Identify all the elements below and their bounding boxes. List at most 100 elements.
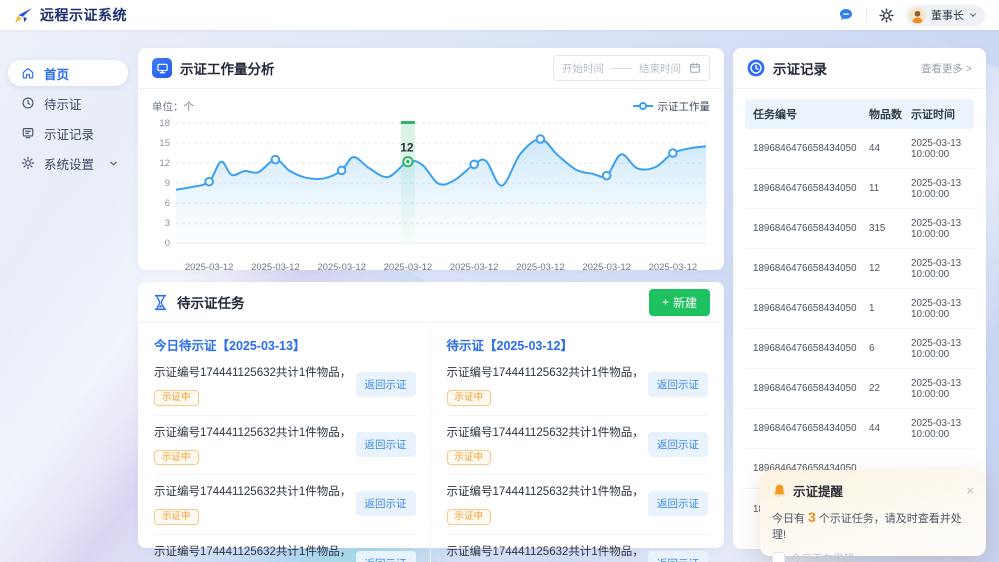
record-row[interactable]: 1896846476658434050222025-03-13 10:00:00 xyxy=(745,369,974,409)
chat-icon[interactable] xyxy=(838,7,854,23)
return-evidence-button[interactable]: 返回示证 xyxy=(648,551,708,562)
task-description: 示证编号174441125632共计1件物品，正在示证。 xyxy=(154,364,348,380)
y-tick-label: 3 xyxy=(165,218,170,229)
data-point[interactable] xyxy=(470,161,478,169)
y-tick-label: 0 xyxy=(165,238,170,249)
records-title: 示证记录 xyxy=(773,58,827,78)
data-point[interactable] xyxy=(669,149,677,157)
record-time: 2025-03-13 10:00:00 xyxy=(911,258,966,280)
return-evidence-button[interactable]: 返回示证 xyxy=(356,551,416,562)
user-menu[interactable]: 董事长 xyxy=(906,5,985,26)
record-row[interactable]: 18968464766584340503152025-03-13 10:00:0… xyxy=(745,209,974,249)
dont-remind-row: 今日不在提醒 xyxy=(772,551,974,562)
close-icon[interactable]: × xyxy=(966,484,974,497)
reminder-count: 3 xyxy=(805,509,819,525)
gear-icon[interactable] xyxy=(879,8,894,23)
y-tick-label: 12 xyxy=(159,158,170,169)
date-range-picker[interactable]: 开始时间 —— 结束时间 xyxy=(553,55,710,81)
view-more-link[interactable]: 查看更多 > xyxy=(921,61,972,76)
record-time: 2025-03-13 10:00:00 xyxy=(911,418,966,440)
return-evidence-button[interactable]: 返回示证 xyxy=(356,491,416,516)
data-point[interactable] xyxy=(603,172,611,180)
return-evidence-button[interactable]: 返回示证 xyxy=(648,491,708,516)
chart-x-axis-labels: 2025-03-122025-03-122025-03-122025-03-12… xyxy=(176,262,706,273)
task-item-content: 示证编号174441125632共计1件物品，正在示证。示证中 xyxy=(154,543,348,562)
col-item-count: 物品数 xyxy=(869,106,911,122)
record-task-id: 1896846476658434050 xyxy=(753,263,869,274)
record-task-id: 1896846476658434050 xyxy=(753,343,869,354)
sidebar: 首页待示证示证记录系统设置 xyxy=(0,30,136,562)
return-evidence-button[interactable]: 返回示证 xyxy=(356,372,416,397)
task-description: 示证编号174441125632共计1件物品，正在示证。 xyxy=(447,543,641,559)
task-item-content: 示证编号174441125632共计1件物品，正在示证。示证中 xyxy=(447,424,641,466)
record-time: 2025-03-13 10:00:00 xyxy=(911,298,966,320)
plus-icon: + xyxy=(662,295,669,309)
task-item: 示证编号174441125632共计1件物品，正在示证。示证中返回示证 xyxy=(447,416,709,476)
record-row[interactable]: 1896846476658434050112025-03-13 10:00:00 xyxy=(745,169,974,209)
app-logo: 远程示证系统 xyxy=(14,5,127,25)
y-tick-label: 9 xyxy=(165,178,170,189)
y-tick-label: 18 xyxy=(159,118,170,129)
return-evidence-button[interactable]: 返回示证 xyxy=(648,432,708,457)
end-time-input[interactable]: 结束时间 xyxy=(639,61,681,76)
data-point[interactable] xyxy=(537,135,545,143)
user-name: 董事长 xyxy=(931,7,964,23)
x-tick-label: 2025-03-12 xyxy=(375,262,441,273)
record-item-count: 44 xyxy=(869,143,911,154)
start-time-input[interactable]: 开始时间 xyxy=(562,61,604,76)
task-column: 今日待示证【2025-03-13】示证编号174441125632共计1件物品，… xyxy=(152,325,430,562)
sidebar-item-clock[interactable]: 待示证 xyxy=(8,90,128,116)
record-task-id: 1896846476658434050 xyxy=(753,223,869,234)
x-tick-label: 2025-03-12 xyxy=(242,262,308,273)
record-row[interactable]: 189684647665843405062025-03-13 10:00:00 xyxy=(745,329,974,369)
chevron-down-icon xyxy=(969,11,977,19)
x-tick-label: 2025-03-12 xyxy=(441,262,507,273)
task-column: 待示证【2025-03-12】示证编号174441125632共计1件物品，正在… xyxy=(430,325,711,562)
sidebar-nav: 首页待示证示证记录系统设置 xyxy=(0,60,136,176)
dont-remind-checkbox[interactable] xyxy=(772,552,785,562)
task-description: 示证编号174441125632共计1件物品，正在示证。 xyxy=(447,424,641,440)
sidebar-item-gear[interactable]: 系统设置 xyxy=(8,150,128,176)
workload-card-header: 示证工作量分析 开始时间 —— 结束时间 xyxy=(138,48,724,89)
status-badge: 示证中 xyxy=(447,509,492,525)
task-description: 示证编号174441125632共计1件物品，正在示证。 xyxy=(447,483,641,499)
record-item-count: 315 xyxy=(869,223,911,234)
hourglass-icon xyxy=(152,294,169,311)
divider xyxy=(866,9,867,21)
x-tick-label: 2025-03-12 xyxy=(176,262,242,273)
unit-label: 单位：个 xyxy=(152,99,194,114)
task-item-content: 示证编号174441125632共计1件物品，正在示证。示证中 xyxy=(154,364,348,406)
data-point[interactable] xyxy=(338,167,346,175)
legend-label: 示证工作量 xyxy=(658,99,711,114)
return-evidence-button[interactable]: 返回示证 xyxy=(648,372,708,397)
x-tick-label: 2025-03-12 xyxy=(309,262,375,273)
legend-workload[interactable]: 示证工作量 xyxy=(633,99,711,114)
record-task-id: 1896846476658434050 xyxy=(753,423,869,434)
status-badge: 示证中 xyxy=(154,450,199,466)
sidebar-item-document[interactable]: 示证记录 xyxy=(8,120,128,146)
pending-tasks-header: 待示证任务 + 新建 xyxy=(138,282,724,323)
status-badge: 示证中 xyxy=(447,390,492,406)
sidebar-item-home[interactable]: 首页 xyxy=(8,60,128,86)
record-row[interactable]: 1896846476658434050442025-03-13 10:00:00 xyxy=(745,409,974,449)
top-bar: 远程示证系统 董事长 xyxy=(0,0,999,30)
clock-icon xyxy=(21,96,35,110)
record-time: 2025-03-13 10:00:00 xyxy=(911,378,966,400)
record-row[interactable]: 1896846476658434050122025-03-13 10:00:00 xyxy=(745,249,974,289)
data-point[interactable] xyxy=(272,156,280,164)
new-task-label: 新建 xyxy=(673,294,697,311)
sidebar-item-label: 系统设置 xyxy=(44,154,94,173)
return-evidence-button[interactable]: 返回示证 xyxy=(356,432,416,457)
task-description: 示证编号174441125632共计1件物品，正在示证。 xyxy=(154,483,348,499)
record-row[interactable]: 1896846476658434050442025-03-13 10:00:00 xyxy=(745,129,974,169)
task-item: 示证编号174441125632共计1件物品，正在示证。示证中返回示证 xyxy=(154,416,416,476)
task-item: 示证编号174441125632共计1件物品，正在示证。示证中返回示证 xyxy=(154,356,416,416)
record-row[interactable]: 189684647665843405012025-03-13 10:00:00 xyxy=(745,289,974,329)
page: 远程示证系统 董事长 xyxy=(0,0,999,562)
new-task-button[interactable]: + 新建 xyxy=(649,289,710,316)
data-point[interactable] xyxy=(205,178,213,186)
task-item-content: 示证编号174441125632共计1件物品，正在示证。示证中 xyxy=(447,483,641,525)
chevron-down-icon xyxy=(109,159,118,168)
pending-tasks-body: 今日待示证【2025-03-13】示证编号174441125632共计1件物品，… xyxy=(138,323,724,562)
workload-line-chart: 036912151812 xyxy=(152,117,710,257)
